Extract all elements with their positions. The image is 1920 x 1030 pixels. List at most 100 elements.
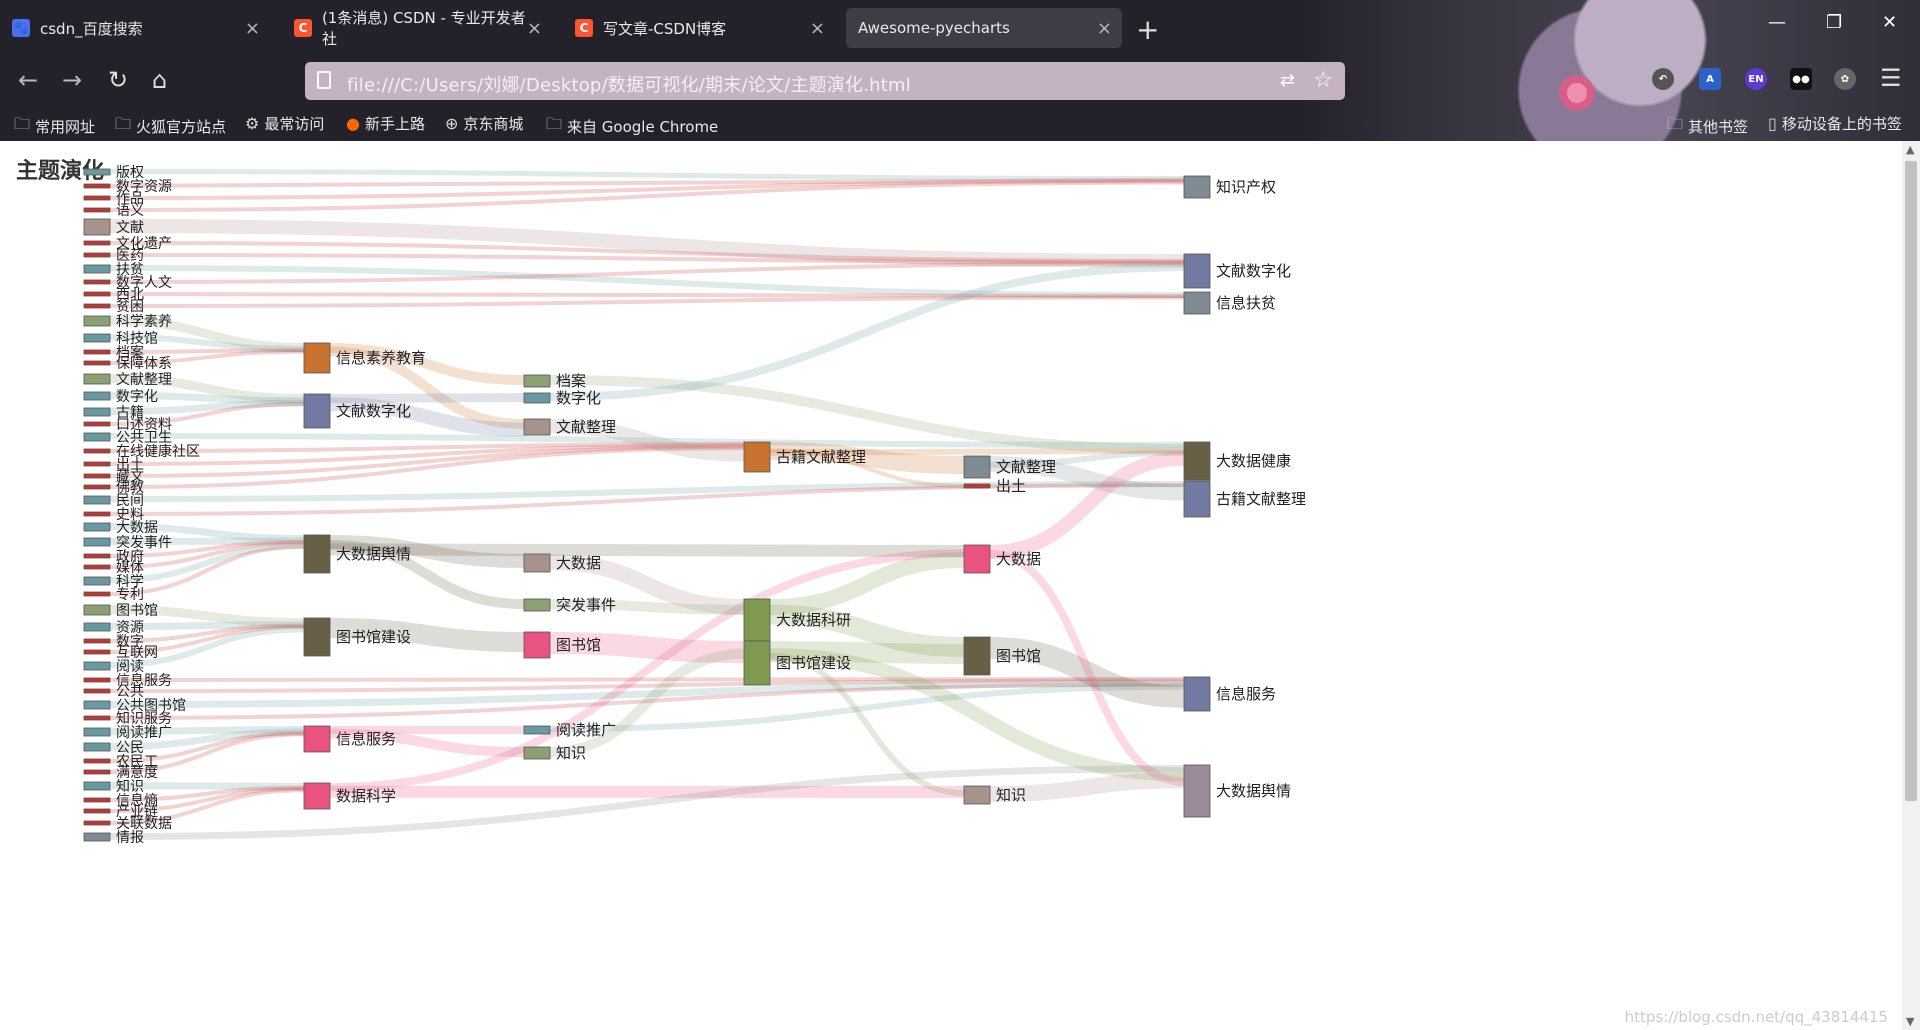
sankey-node[interactable]: [83, 649, 111, 655]
sankey-node[interactable]: [83, 638, 111, 644]
extension-icon[interactable]: ✿: [1834, 68, 1856, 90]
close-icon[interactable]: ×: [527, 18, 542, 39]
bookmark-item[interactable]: 🗀 火狐官方站点: [115, 113, 226, 140]
sankey-node[interactable]: [83, 522, 111, 532]
sankey-node[interactable]: [523, 725, 551, 735]
tab-csdn-messages[interactable]: C (1条消息) CSDN - 专业开发者社 ×: [282, 8, 552, 48]
language-extension-icon[interactable]: EN: [1745, 68, 1767, 90]
sankey-node[interactable]: [303, 617, 331, 657]
home-button[interactable]: ⌂: [152, 66, 167, 94]
translate-extension-icon[interactable]: A: [1699, 68, 1721, 90]
minimize-button[interactable]: —: [1768, 12, 1786, 33]
sankey-node[interactable]: [83, 820, 111, 826]
sankey-node[interactable]: [1183, 441, 1211, 481]
bookmark-item[interactable]: ● 新手上路: [346, 113, 425, 134]
sankey-node[interactable]: [1183, 764, 1211, 818]
bookmark-item[interactable]: 🗀 常用网址: [14, 113, 95, 140]
sankey-node[interactable]: [1183, 480, 1211, 518]
sankey-node[interactable]: [963, 455, 991, 479]
sankey-node[interactable]: [83, 576, 111, 586]
tab-baidu[interactable]: 🐾 csdn_百度搜索 ×: [0, 8, 270, 48]
sankey-node[interactable]: [963, 544, 991, 574]
sankey-node[interactable]: [83, 303, 111, 309]
sankey-node[interactable]: [523, 598, 551, 612]
sankey-node[interactable]: [83, 252, 111, 258]
new-tab-button[interactable]: +: [1136, 13, 1159, 46]
sankey-node[interactable]: [83, 360, 111, 366]
sankey-node[interactable]: [83, 808, 111, 814]
sankey-node[interactable]: [83, 564, 111, 570]
scroll-down-icon[interactable]: ▼: [1906, 1015, 1914, 1028]
sankey-node[interactable]: [83, 495, 111, 505]
sankey-node[interactable]: [963, 636, 991, 676]
sankey-node[interactable]: [83, 391, 111, 401]
sankey-node[interactable]: [83, 407, 111, 417]
sankey-node[interactable]: [83, 677, 111, 683]
close-window-button[interactable]: ✕: [1882, 12, 1897, 33]
sankey-node[interactable]: [83, 473, 111, 479]
tab-csdn-write[interactable]: C 写文章-CSDN博客 ×: [563, 8, 835, 48]
sankey-node[interactable]: [83, 333, 111, 343]
sankey-node[interactable]: [83, 421, 111, 427]
bookmark-item[interactable]: ⚙ 最常访问: [245, 113, 324, 134]
forward-button[interactable]: →: [62, 66, 82, 94]
sankey-node[interactable]: [83, 758, 111, 764]
sankey-node[interactable]: [83, 727, 111, 737]
bookmark-star-icon[interactable]: ☆: [1313, 68, 1333, 93]
sankey-node[interactable]: [83, 742, 111, 752]
translate-icon[interactable]: ⇄: [1280, 70, 1295, 91]
sankey-node[interactable]: [303, 534, 331, 574]
sankey-node[interactable]: [83, 373, 111, 385]
sankey-node[interactable]: [83, 240, 111, 246]
sankey-node[interactable]: [83, 264, 111, 274]
sankey-node[interactable]: [1183, 676, 1211, 712]
scroll-up-icon[interactable]: ▲: [1906, 143, 1914, 156]
sankey-node[interactable]: [963, 483, 991, 489]
undo-extension-icon[interactable]: ↶: [1652, 68, 1674, 90]
sankey-node[interactable]: [83, 315, 111, 327]
sankey-node[interactable]: [83, 661, 111, 671]
sankey-node[interactable]: [963, 785, 991, 805]
bookmark-item[interactable]: 🗀 其他书签: [1667, 113, 1748, 140]
sankey-node[interactable]: [303, 342, 331, 374]
sankey-node[interactable]: [83, 591, 111, 597]
sankey-node[interactable]: [83, 537, 111, 547]
sankey-node[interactable]: [83, 622, 111, 632]
sankey-node[interactable]: [83, 279, 111, 285]
sankey-node[interactable]: [83, 832, 111, 842]
sankey-node[interactable]: [303, 725, 331, 753]
sankey-node[interactable]: [303, 782, 331, 810]
sankey-node[interactable]: [83, 291, 111, 297]
sankey-node[interactable]: [1183, 291, 1211, 315]
tampermonkey-icon[interactable]: ●●: [1790, 68, 1812, 90]
sankey-node[interactable]: [83, 218, 111, 236]
sankey-node[interactable]: [523, 746, 551, 760]
close-icon[interactable]: ×: [245, 18, 260, 39]
address-bar[interactable]: file:///C:/Users/刘娜/Desktop/数据可视化/期末/论文/…: [305, 62, 1345, 100]
menu-icon[interactable]: ☰: [1880, 64, 1902, 92]
restore-button[interactable]: ❐: [1826, 12, 1842, 33]
sankey-node[interactable]: [743, 598, 771, 642]
sankey-node[interactable]: [83, 448, 111, 454]
back-button[interactable]: ←: [18, 66, 38, 94]
sankey-node[interactable]: [523, 418, 551, 436]
sankey-node[interactable]: [83, 604, 111, 616]
reload-button[interactable]: ↻: [108, 66, 128, 94]
sankey-node[interactable]: [523, 374, 551, 388]
sankey-node[interactable]: [83, 195, 111, 201]
sankey-node[interactable]: [83, 715, 111, 721]
sankey-node[interactable]: [83, 700, 111, 710]
scroll-thumb[interactable]: [1905, 161, 1917, 801]
close-icon[interactable]: ×: [1097, 18, 1112, 39]
close-icon[interactable]: ×: [810, 18, 825, 39]
sankey-node[interactable]: [303, 393, 331, 429]
sankey-node[interactable]: [83, 769, 111, 775]
scrollbar[interactable]: ▲ ▼: [1902, 141, 1920, 1030]
sankey-node[interactable]: [83, 183, 111, 189]
sankey-node[interactable]: [83, 484, 111, 490]
sankey-node[interactable]: [523, 392, 551, 404]
sankey-node[interactable]: [523, 553, 551, 573]
bookmark-item[interactable]: ⊕ 京东商城: [445, 113, 523, 134]
tab-pyecharts[interactable]: Awesome-pyecharts ×: [846, 8, 1122, 48]
sankey-node[interactable]: [83, 168, 111, 176]
